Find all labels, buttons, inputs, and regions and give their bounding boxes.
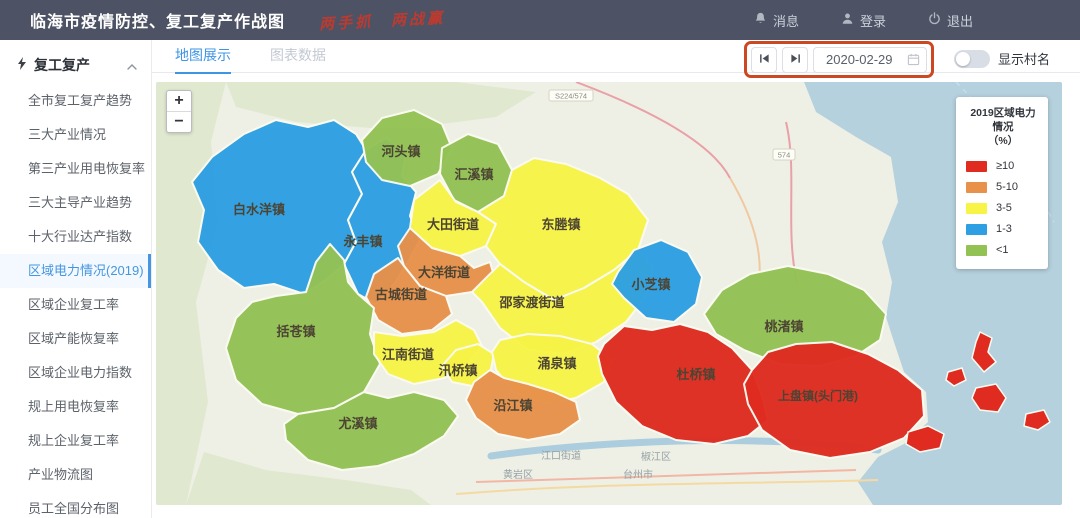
zoom-in-button[interactable]: + <box>167 91 191 111</box>
legend-swatch <box>966 245 987 256</box>
basemap-label: 台州市 <box>623 468 653 481</box>
map-svg: S224/574574黄岩区江口街道台州市椒江区白水洋镇永丰镇河头镇汇溪镇大田街… <box>156 82 1062 505</box>
legend-item: 5-10 <box>966 177 1040 198</box>
chevron-up-icon <box>127 57 137 73</box>
map-zoom-control: + − <box>166 90 192 133</box>
tab-chart-data[interactable]: 图表数据 <box>270 40 326 72</box>
sidebar-item[interactable]: 三大主导产业趋势 <box>0 186 151 220</box>
village-name-toggle-group: 显示村名 <box>954 49 1050 68</box>
legend-label: 1-3 <box>996 223 1012 235</box>
sidebar-item[interactable]: 规上用电恢复率 <box>0 390 151 424</box>
sidebar-item[interactable]: 三大产业情况 <box>0 118 151 152</box>
skip-next-icon <box>790 51 801 69</box>
village-name-toggle[interactable] <box>954 50 990 68</box>
map-legend: 2019区域电力情况 （%） ≥10 5-10 3-5 1-3 <1 <box>956 97 1048 269</box>
date-picker <box>813 47 927 73</box>
legend-item: <1 <box>966 240 1040 261</box>
login-button[interactable]: 登录 <box>841 11 886 30</box>
next-date-button[interactable] <box>782 47 808 73</box>
legend-item: 3-5 <box>966 198 1040 219</box>
sidebar-item[interactable]: 员工全国分布图 <box>0 492 151 518</box>
legend-unit: （%） <box>966 134 1040 148</box>
basemap-label: 江口街道 <box>541 449 581 462</box>
legend-label: 5-10 <box>996 181 1018 193</box>
app-header: 临海市疫情防控、复工复产作战图 两手抓 两战赢 消息 登录 退出 <box>0 0 1080 40</box>
legend-item: 1-3 <box>966 219 1040 240</box>
legend-swatch <box>966 203 987 214</box>
messages-button[interactable]: 消息 <box>754 11 799 30</box>
legend-swatch <box>966 161 987 172</box>
bolt-icon <box>17 57 27 73</box>
user-icon <box>841 12 854 28</box>
prev-date-button[interactable] <box>751 47 777 73</box>
sidebar-item[interactable]: 全市复工复产趋势 <box>0 84 151 118</box>
app-window: 临海市疫情防控、复工复产作战图 两手抓 两战赢 消息 登录 退出 复工复产 全市… <box>0 0 1080 518</box>
skip-previous-icon <box>759 51 770 69</box>
tab-map-view[interactable]: 地图展示 <box>175 40 231 74</box>
zoom-out-button[interactable]: − <box>167 112 191 132</box>
annotation-highlight <box>744 41 934 78</box>
legend-swatch <box>966 182 987 193</box>
page-title: 临海市疫情防控、复工复产作战图 <box>30 8 285 32</box>
map-canvas[interactable]: + − 2019区域电力情况 （%） ≥10 5-10 3-5 1-3 <1 S… <box>156 82 1062 505</box>
toggle-knob <box>956 52 970 66</box>
main-panel: 地图展示 图表数据 显示村名 + − <box>152 40 1080 518</box>
road-badge-label: 574 <box>778 151 791 160</box>
bell-icon <box>754 12 767 28</box>
sidebar-item[interactable]: 十大行业达产指数 <box>0 220 151 254</box>
sidebar-item[interactable]: 区域产能恢复率 <box>0 322 151 356</box>
slogan-handwriting: 两手抓 两战赢 <box>319 6 446 34</box>
village-name-toggle-label: 显示村名 <box>998 49 1050 68</box>
power-icon <box>928 12 941 28</box>
sidebar-item[interactable]: 区域企业电力指数 <box>0 356 151 390</box>
tab-bar: 地图展示 图表数据 <box>152 40 1080 73</box>
login-label: 登录 <box>860 11 886 30</box>
road-badge-label: S224/574 <box>555 92 587 101</box>
sidebar-item-active[interactable]: 区域电力情况(2019) <box>0 254 151 288</box>
legend-label: ≥10 <box>996 160 1014 172</box>
logout-button[interactable]: 退出 <box>928 11 973 30</box>
legend-title: 2019区域电力情况 <box>966 106 1040 134</box>
messages-label: 消息 <box>773 11 799 30</box>
sidebar-item[interactable]: 规上企业复工率 <box>0 424 151 458</box>
sidebar-group-label: 复工复产 <box>34 55 90 75</box>
legend-label: 3-5 <box>996 202 1012 214</box>
legend-items: ≥10 5-10 3-5 1-3 <1 <box>966 156 1040 261</box>
basemap-label: 椒江区 <box>641 450 671 463</box>
sidebar: 复工复产 全市复工复产趋势 三大产业情况 第三产业用电恢复率 三大主导产业趋势 … <box>0 40 152 518</box>
sidebar-group-fugong[interactable]: 复工复产 <box>0 40 151 84</box>
basemap-label: 黄岩区 <box>503 468 533 481</box>
sidebar-item[interactable]: 区域企业复工率 <box>0 288 151 322</box>
logout-label: 退出 <box>947 11 973 30</box>
legend-swatch <box>966 224 987 235</box>
header-actions: 消息 登录 退出 <box>754 11 973 30</box>
sidebar-item[interactable]: 产业物流图 <box>0 458 151 492</box>
legend-label: <1 <box>996 244 1009 256</box>
sidebar-item[interactable]: 第三产业用电恢复率 <box>0 152 151 186</box>
legend-item: ≥10 <box>966 156 1040 177</box>
calendar-icon <box>907 53 920 71</box>
